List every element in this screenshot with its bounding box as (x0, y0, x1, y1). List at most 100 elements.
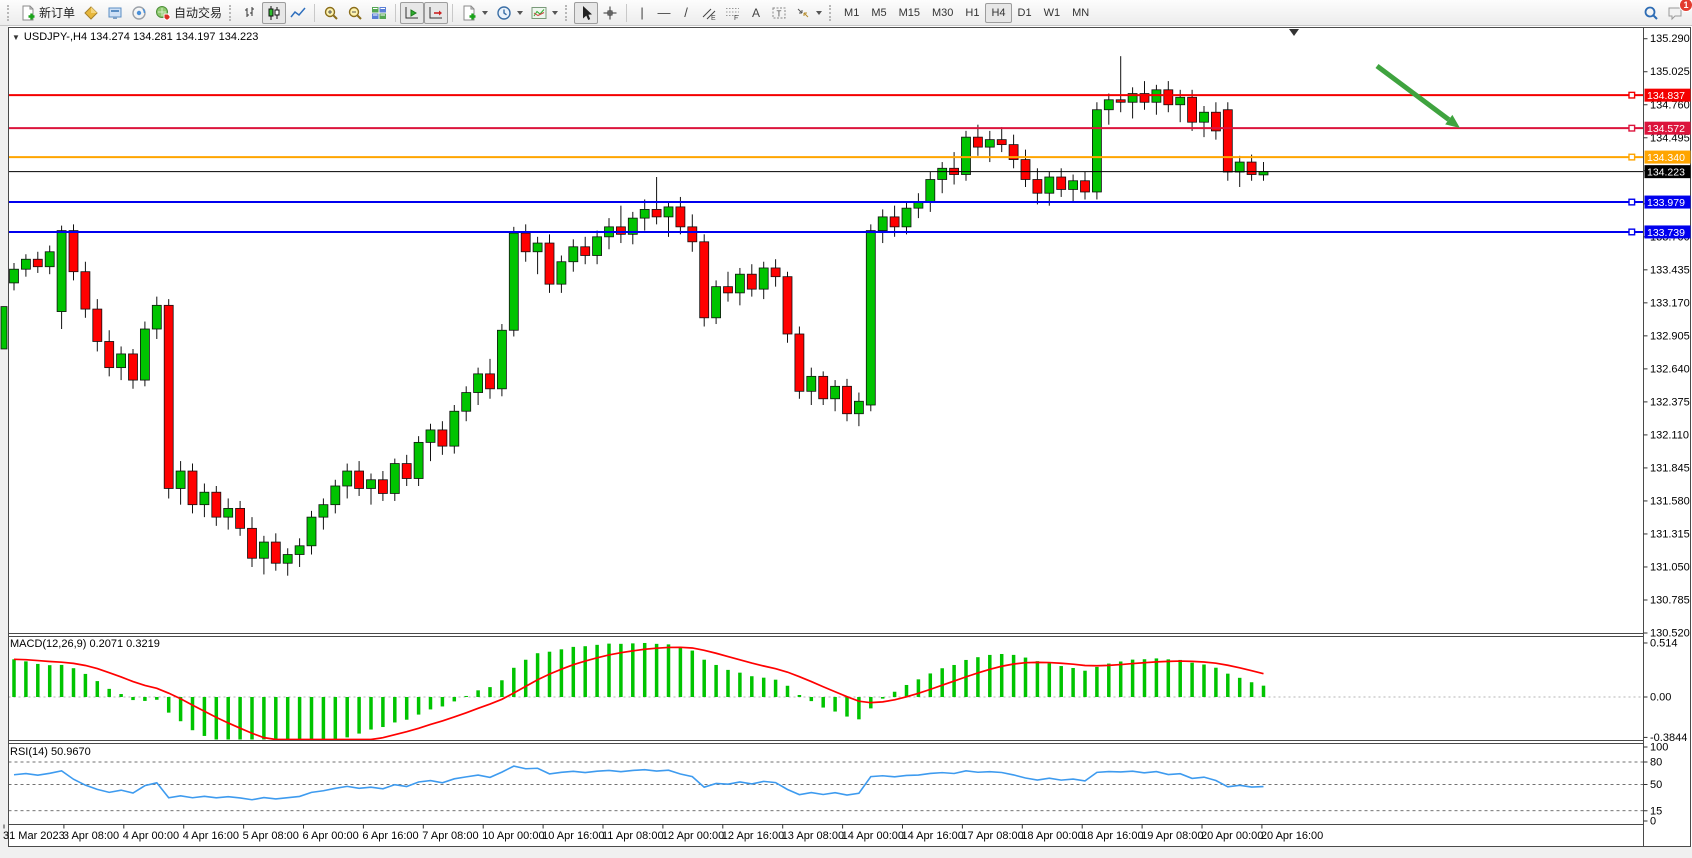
timeframe-h4-button[interactable]: H4 (985, 3, 1011, 23)
candlestick-chart-icon (266, 5, 282, 21)
svg-text:10 Apr 16:00: 10 Apr 16:00 (542, 830, 604, 842)
search-icon (1643, 5, 1659, 21)
timeframe-h1-button[interactable]: H1 (959, 3, 985, 23)
timeframe-w1-button[interactable]: W1 (1038, 3, 1067, 23)
autotrading-icon (155, 5, 171, 21)
periods-clock-icon (496, 5, 512, 21)
timeframe-m1-button[interactable]: M1 (838, 3, 865, 23)
templates-button[interactable] (527, 2, 562, 24)
svg-text:133.435: 133.435 (1650, 264, 1690, 276)
candlestick-chart-button[interactable] (262, 2, 286, 24)
svg-text:133.739: 133.739 (1647, 227, 1685, 239)
svg-text:0.514: 0.514 (1650, 637, 1678, 649)
notification-badge[interactable]: 1 (1679, 0, 1692, 12)
toolbar-drag-handle[interactable] (829, 5, 833, 21)
toolbar-drag-handle[interactable] (229, 5, 233, 21)
periods-button[interactable] (492, 2, 527, 24)
cursor-icon (578, 5, 594, 21)
timeframe-m30-button[interactable]: M30 (926, 3, 959, 23)
strategy-tester-button[interactable] (127, 2, 151, 24)
arrows-dropdown-caret (816, 11, 822, 15)
one-click-trading-collapse-icon[interactable]: ▼ (12, 33, 20, 42)
zoom-in-button[interactable] (319, 2, 343, 24)
svg-text:4 Apr 16:00: 4 Apr 16:00 (183, 830, 239, 842)
chart-shift-button[interactable] (424, 2, 448, 24)
svg-text:5 Apr 08:00: 5 Apr 08:00 (243, 830, 299, 842)
new-order-label: 新订单 (39, 4, 75, 21)
svg-text:50: 50 (1650, 779, 1662, 791)
bar-chart-icon (242, 5, 258, 21)
svg-text:131.050: 131.050 (1650, 561, 1690, 573)
svg-text:134.223: 134.223 (1647, 166, 1685, 178)
channel-tool-button[interactable]: E (697, 2, 721, 24)
bar-chart-button[interactable] (238, 2, 262, 24)
fibonacci-icon: F (725, 5, 741, 21)
autotrading-button[interactable]: 自动交易 (151, 2, 226, 24)
toolbar-drag-handle[interactable] (7, 5, 11, 21)
templates-icon (531, 5, 547, 21)
new-order-button[interactable]: 新订单 (16, 2, 79, 24)
chart-shift-icon (428, 5, 444, 21)
toolbar: 新订单 自动交易 (0, 0, 1692, 26)
text-label-tool-button[interactable]: T (767, 2, 791, 24)
tile-windows-icon (371, 5, 387, 21)
svg-text:3 Apr 08:00: 3 Apr 08:00 (63, 830, 119, 842)
auto-scroll-button[interactable] (400, 2, 424, 24)
svg-text:17 Apr 08:00: 17 Apr 08:00 (961, 830, 1023, 842)
cursor-tool-button[interactable] (574, 2, 598, 24)
svg-text:131.580: 131.580 (1650, 495, 1690, 507)
trendline-tool-button[interactable]: / (675, 2, 697, 24)
svg-text:135.025: 135.025 (1650, 66, 1690, 78)
svg-text:132.905: 132.905 (1650, 330, 1690, 342)
text-label-icon: T (771, 5, 787, 21)
equidistant-channel-icon: E (701, 5, 717, 21)
indicators-button[interactable] (457, 2, 492, 24)
svg-text:132.375: 132.375 (1650, 396, 1690, 408)
timeframe-m5-button[interactable]: M5 (865, 3, 892, 23)
svg-text:133.170: 133.170 (1650, 297, 1690, 309)
zoom-out-button[interactable] (343, 2, 367, 24)
vertical-line-icon: | (640, 6, 643, 19)
crosshair-tool-button[interactable] (598, 2, 622, 24)
chart-window: 135.290135.025134.760134.495134.230133.9… (0, 26, 1692, 853)
periods-dropdown-caret (517, 11, 523, 15)
timeframe-mn-button[interactable]: MN (1066, 3, 1095, 23)
svg-text:18 Apr 00:00: 18 Apr 00:00 (1021, 830, 1083, 842)
price-label-133.979: 133.979 (1645, 196, 1691, 209)
indicators-icon (461, 5, 477, 21)
price-label-133.739: 133.739 (1645, 225, 1691, 238)
svg-text:10 Apr 00:00: 10 Apr 00:00 (482, 830, 544, 842)
crosshair-icon (602, 5, 618, 21)
terminal-button[interactable] (103, 2, 127, 24)
svg-text:12 Apr 16:00: 12 Apr 16:00 (722, 830, 784, 842)
svg-text:20 Apr 16:00: 20 Apr 16:00 (1261, 830, 1323, 842)
arrows-tool-button[interactable] (791, 2, 826, 24)
text-tool-button[interactable]: A (745, 2, 767, 24)
svg-text:131.315: 131.315 (1650, 528, 1690, 540)
svg-text:13 Apr 08:00: 13 Apr 08:00 (782, 830, 844, 842)
toolbar-drag-handle[interactable] (565, 5, 569, 21)
search-button[interactable] (1639, 2, 1663, 24)
svg-text:134.572: 134.572 (1647, 123, 1685, 135)
tile-windows-button[interactable] (367, 2, 391, 24)
indicators-dropdown-caret (482, 11, 488, 15)
line-chart-icon (290, 5, 306, 21)
arrow-objects-icon (795, 5, 811, 21)
autotrading-label: 自动交易 (174, 4, 222, 21)
strategy-tester-icon (131, 5, 147, 21)
svg-text:18 Apr 16:00: 18 Apr 16:00 (1081, 830, 1143, 842)
terminal-icon (107, 5, 123, 21)
svg-text:134.340: 134.340 (1647, 152, 1685, 164)
price-label-134.340: 134.340 (1645, 151, 1691, 164)
horizontal-line-tool-button[interactable]: — (653, 2, 675, 24)
svg-text:132.640: 132.640 (1650, 363, 1690, 375)
fibonacci-tool-button[interactable]: F (721, 2, 745, 24)
timeframe-m15-button[interactable]: M15 (893, 3, 926, 23)
svg-text:130.785: 130.785 (1650, 594, 1690, 606)
price-label-134.837: 134.837 (1645, 89, 1691, 102)
vertical-line-tool-button[interactable]: | (631, 2, 653, 24)
metaeditor-button[interactable] (79, 2, 103, 24)
svg-text:19 Apr 08:00: 19 Apr 08:00 (1141, 830, 1203, 842)
line-chart-button[interactable] (286, 2, 310, 24)
timeframe-d1-button[interactable]: D1 (1012, 3, 1038, 23)
